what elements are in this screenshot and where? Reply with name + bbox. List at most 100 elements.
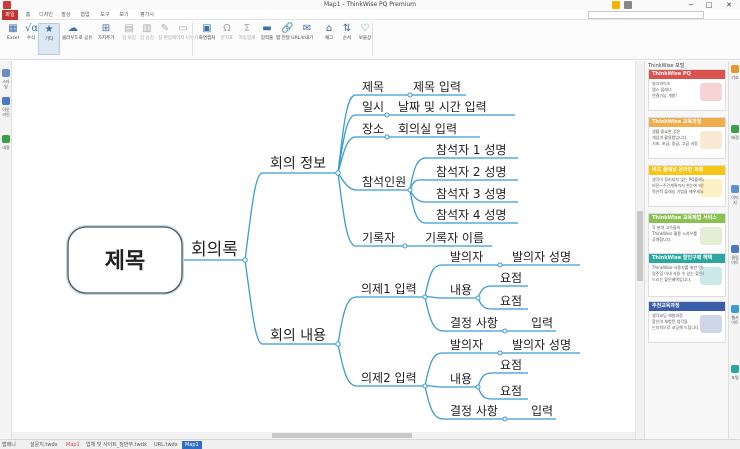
- node-date-value[interactable]: 날짜 및 시간 입력: [398, 100, 487, 114]
- node-agenda-1[interactable]: 의제1 입력: [361, 282, 417, 296]
- node-a1-decision-value[interactable]: 입력: [531, 316, 553, 330]
- node-place-value[interactable]: 회의실 입력: [398, 122, 457, 136]
- menu-item[interactable]: 도구: [96, 10, 114, 20]
- node-a2-presenter-value[interactable]: 발의자 성명: [512, 338, 571, 352]
- node-meeting-info[interactable]: 회의 정보: [270, 156, 326, 172]
- right-sidebar-icon[interactable]: [731, 365, 739, 373]
- menu-item[interactable]: 평가시: [134, 10, 160, 20]
- style-icon[interactable]: [2, 69, 10, 77]
- junction-dot[interactable]: [335, 341, 341, 347]
- document-tab[interactable]: 업체 및 사이트_정만부.twdx: [86, 441, 147, 449]
- right-sidebar-icon[interactable]: [731, 305, 739, 313]
- junction-dot[interactable]: [335, 170, 341, 176]
- maximize-button[interactable]: □: [702, 0, 716, 10]
- node-a2-point-2[interactable]: 요점: [500, 384, 522, 398]
- junction-dot[interactable]: [422, 383, 428, 389]
- node-recorder-value[interactable]: 기록자 이름: [425, 231, 484, 245]
- junction-dot[interactable]: [475, 295, 481, 301]
- ribbon-button[interactable]: 🔗 맵 전달 URL: [276, 23, 300, 55]
- junction-dot[interactable]: [502, 328, 508, 334]
- right-sidebar-item[interactable]: 배경: [731, 135, 739, 140]
- node-minutes[interactable]: 회의록: [191, 240, 238, 260]
- node-a1-presenter-label[interactable]: 발의자: [450, 250, 483, 264]
- node-a2-presenter-label[interactable]: 발의자: [450, 338, 483, 352]
- node-attendee-4[interactable]: 참석자 4 성명: [436, 208, 506, 222]
- junction-dot[interactable]: [384, 112, 390, 118]
- node-place-label[interactable]: 장소: [362, 122, 384, 136]
- junction-dot[interactable]: [475, 384, 481, 390]
- content-icon[interactable]: [2, 135, 10, 143]
- ribbon-button[interactable]: ⊞ 가지추가: [95, 23, 117, 55]
- node-a1-point-1[interactable]: 요점: [500, 271, 522, 285]
- node-title-label[interactable]: 제목: [362, 80, 384, 94]
- node-date-label[interactable]: 일시: [362, 100, 384, 114]
- menu-item[interactable]: 디자인: [36, 10, 56, 20]
- right-sidebar-item[interactable]: 포털: [731, 375, 739, 380]
- junction-dot[interactable]: [502, 416, 508, 422]
- menu-item[interactable]: 협업: [76, 10, 94, 20]
- node-recorder-label[interactable]: 기록자: [362, 231, 395, 245]
- junction-dot[interactable]: [407, 187, 413, 193]
- node-a2-decision-label[interactable]: 결정 사항: [450, 404, 498, 418]
- node-attendee-1[interactable]: 참석자 1 성명: [436, 143, 506, 157]
- portal-card[interactable]: ThinkWise 교육제법 서비스 각 분야 고수들의 ThinkWise 활용 …: [648, 213, 726, 255]
- minimize-button[interactable]: −: [684, 0, 698, 10]
- node-a1-content-label[interactable]: 내용: [450, 283, 472, 297]
- horizontal-scrollbar[interactable]: [12, 432, 635, 439]
- junction-dot[interactable]: [407, 92, 413, 98]
- document-tab[interactable]: Map1: [66, 441, 80, 449]
- node-a1-presenter-value[interactable]: 발의자 성명: [512, 250, 571, 264]
- junction-dot[interactable]: [242, 257, 248, 263]
- sidebar-item-outline[interactable]: 아웃라인: [2, 107, 10, 117]
- ribbon-button[interactable]: Σ 자동합계: [236, 23, 258, 55]
- node-attendee-3[interactable]: 참석자 3 성명: [436, 187, 506, 201]
- search-input[interactable]: [588, 11, 704, 19]
- vertical-scroll-thumb[interactable]: [637, 211, 643, 281]
- node-a2-point-1[interactable]: 요점: [500, 358, 522, 372]
- node-title-value[interactable]: 제목 입력: [413, 80, 461, 94]
- mindmap-canvas[interactable]: 제목 회의록 회의 정보 회의 내용 제목 제목 입력 일시 날짜 및 시간 입…: [12, 61, 635, 439]
- sidebar-item-content[interactable]: 내용: [2, 145, 10, 150]
- ribbon-button[interactable]: Ω 문자표: [216, 23, 238, 55]
- junction-dot[interactable]: [422, 294, 428, 300]
- vertical-scrollbar[interactable]: [635, 61, 644, 439]
- portal-card[interactable]: ThinkWise 교육과정 생활 중요한 것은 개념과 활용법입니다. 기초, 초급…: [648, 117, 726, 159]
- menu-item[interactable]: 홈: [22, 10, 34, 20]
- right-sidebar-item[interactable]: 웹사이트: [731, 315, 739, 325]
- menu-item[interactable]: 발상: [58, 10, 74, 20]
- portal-card[interactable]: ThinkWise 할인구매 혜택ThinkWise 사용자를 위한 안내합니다…: [648, 253, 726, 297]
- portal-card[interactable]: 추천교육과정 생각코딩 체험과정 함인의 체험된 생각을 논리적으로 코딩해 드립니다: [648, 301, 726, 343]
- right-sidebar-item[interactable]: 이미지: [731, 195, 739, 205]
- document-tab[interactable]: Map1: [182, 441, 202, 449]
- ribbon-button[interactable]: ✉ 보내기: [296, 23, 318, 55]
- menu-item[interactable]: 파일: [2, 10, 18, 20]
- node-a1-point-2[interactable]: 요점: [500, 294, 522, 308]
- right-sidebar-icon[interactable]: [731, 65, 739, 73]
- outline-icon[interactable]: [2, 97, 10, 105]
- junction-dot[interactable]: [402, 243, 408, 249]
- horizontal-scroll-thumb[interactable]: [272, 433, 412, 438]
- ribbon-button[interactable]: ▭ 페이지 나누기: [172, 23, 198, 55]
- portal-card[interactable]: 비즈 플래닝 온라인 과정생각이 정리되지 않는 PQ플래닝 기업비전~주간계획…: [648, 165, 726, 207]
- junction-dot[interactable]: [497, 350, 503, 356]
- right-sidebar-icon[interactable]: [731, 245, 739, 253]
- node-a1-decision-label[interactable]: 결정 사항: [450, 316, 498, 330]
- sidebar-item-style[interactable]: 스타일: [2, 79, 10, 89]
- document-tab[interactable]: 맵매니: [2, 441, 16, 449]
- close-button[interactable]: ✕: [722, 0, 736, 10]
- document-tab[interactable]: 설문지.twdx: [30, 441, 58, 449]
- node-agenda-2[interactable]: 의제2 입력: [361, 371, 417, 385]
- menu-item[interactable]: 보기: [116, 10, 132, 20]
- ribbon-button[interactable]: ★ 기타: [38, 23, 60, 55]
- ribbon-button[interactable]: ☁ 클라우드로 공유: [62, 23, 92, 55]
- junction-dot[interactable]: [497, 262, 503, 268]
- node-a2-decision-value[interactable]: 입력: [531, 404, 553, 418]
- document-tab[interactable]: URL.twdx: [154, 441, 178, 449]
- node-a2-content-label[interactable]: 내용: [450, 372, 472, 386]
- right-sidebar-item[interactable]: 클립아트: [731, 255, 739, 265]
- right-sidebar-icon[interactable]: [731, 185, 739, 193]
- ribbon-button[interactable]: ▣ 화면캡처: [196, 23, 218, 55]
- junction-dot[interactable]: [384, 134, 390, 140]
- ribbon-button[interactable]: ▬ 입력줄: [256, 23, 278, 55]
- node-attendee-2[interactable]: 참석자 2 성명: [436, 165, 506, 179]
